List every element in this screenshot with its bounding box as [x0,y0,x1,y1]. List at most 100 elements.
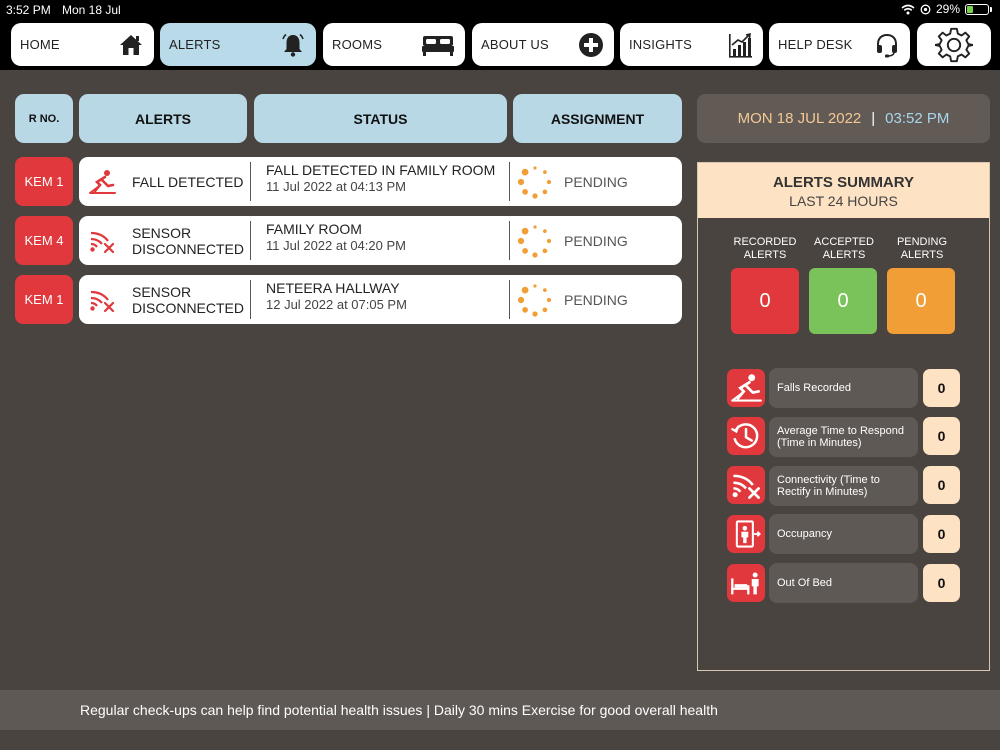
nav-home-label: HOME [20,37,60,52]
spinner-dot [543,170,547,174]
occupancy-icon [735,520,762,548]
nav-help-desk[interactable]: HELP DESK [769,23,910,66]
nav-about-us-label: ABOUT US [481,37,549,52]
room-number-badge[interactable]: KEM 1 [15,157,73,206]
nav-alerts[interactable]: ALERTS [160,23,316,66]
nav-bar: HOME ALERTS ROOMS ABOUT US INSIGHTS HELP… [11,23,991,66]
spinner-dot [532,252,538,258]
status-time: 3:52 PM [6,3,51,17]
health-tip-ticker: Regular check-ups can help find potentia… [0,690,1000,730]
status-timestamp: 12 Jul 2022 at 07:05 PM [266,297,407,312]
spinner-dot [533,166,537,170]
spinner-dot [532,193,538,199]
header-alerts: ALERTS [79,94,247,143]
spinner-dot [517,296,525,304]
column-divider [250,162,251,201]
spinner-dot [532,311,538,317]
spinner-dot [522,307,528,313]
chart-icon [729,32,752,58]
column-divider [509,280,510,319]
status-text: FAMILY ROOM [266,221,362,237]
assignment-status: PENDING [564,173,628,190]
connectivity-label: Connectivity (Time to Rectify in Minutes… [769,466,918,506]
alert-type: SENSOR DISCONNECTED [132,283,245,316]
pending-alerts-count[interactable]: 0 [887,268,955,334]
summary-title: ALERTS SUMMARY [772,174,915,191]
fall-icon [89,170,116,194]
room-number-badge[interactable]: KEM 4 [15,216,73,265]
spinner-dot [546,238,552,244]
spinner-dot [543,229,547,233]
assignment-status: PENDING [564,232,628,249]
spinner-dot [521,286,529,294]
header-assignment: ASSIGNMENT [513,94,682,143]
spinner-dot [543,288,547,292]
avg-time-respond-label: Average Time to Respond (Time in Minutes… [769,417,918,457]
column-divider [250,280,251,319]
pending-alerts-label: PENDING ALERTS [896,236,948,261]
datetime-separator: | [871,110,876,127]
spinner-dot [521,227,529,235]
alert-type: FALL DETECTED [132,173,244,190]
spinner-dot [546,297,552,303]
settings-button[interactable] [917,23,991,66]
battery-percent: 29% [935,2,960,16]
spinner-dot [533,225,537,229]
spinner-dot [542,189,548,195]
column-divider [250,221,251,260]
falls-recorded-value: 0 [923,369,960,407]
location-lock-icon [920,4,931,14]
occupancy-label: Occupancy [769,514,918,554]
accepted-alerts-count[interactable]: 0 [809,268,877,334]
pending-spinner-icon [517,284,552,317]
alert-type: SENSOR DISCONNECTED [132,224,245,257]
wifi-icon [901,4,915,14]
spinner-dot [542,307,548,313]
nav-insights[interactable]: INSIGHTS [620,23,763,66]
spinner-dot [521,168,529,176]
recorded-alerts-label: RECORDED ALERTS [733,236,797,261]
fall-icon [731,374,762,402]
recorded-alerts-count[interactable]: 0 [731,268,799,334]
falls-recorded-label: Falls Recorded [769,368,918,408]
connectivity-value: 0 [923,466,960,504]
summary-header: ALERTS SUMMARY LAST 24 HOURS [698,163,989,218]
status-text: NETEERA HALLWAY [266,280,400,296]
top-bar: 3:52 PM Mon 18 Jul 29% HOME ALERTS ROOMS… [0,0,1000,70]
room-number-badge[interactable]: KEM 1 [15,275,73,324]
status-right: 29% [901,2,992,16]
alert-row[interactable]: SENSOR DISCONNECTED NETEERA HALLWAY 12 J… [79,275,682,324]
spinner-dot [517,178,525,186]
nav-about-us[interactable]: ABOUT US [472,23,614,66]
alert-row[interactable]: SENSOR DISCONNECTED FAMILY ROOM 11 Jul 2… [79,216,682,265]
nav-home[interactable]: HOME [11,23,154,66]
assignment-status: PENDING [564,291,628,308]
datetime-display: MON 18 JUL 2022 | 03:52 PM [697,94,990,143]
status-text: FALL DETECTED IN FAMILY ROOM [266,162,496,178]
pending-spinner-icon [517,166,552,199]
avg-time-respond-value: 0 [923,417,960,455]
column-divider [509,162,510,201]
out-of-bed-value: 0 [923,564,960,602]
header-rno: R NO. [15,94,73,143]
summary-subtitle: LAST 24 HOURS [789,193,898,209]
nav-rooms-label: ROOMS [332,37,383,52]
occupancy-value: 0 [923,515,960,553]
occupancy-stat-icon-tile [727,515,765,553]
headset-icon [877,33,897,57]
respond-stat-icon-tile [727,417,765,455]
home-icon [120,34,142,55]
alert-row[interactable]: FALL DETECTED FALL DETECTED IN FAMILY RO… [79,157,682,206]
spinner-dot [546,179,552,185]
status-date: Mon 18 Jul [62,3,121,17]
current-date: MON 18 JUL 2022 [737,110,862,127]
nav-help-desk-label: HELP DESK [778,37,853,52]
out-of-bed-stat-icon-tile [727,564,765,602]
wifi-off-icon [90,231,115,254]
status-bar: 3:52 PM Mon 18 Jul 29% [0,0,1000,20]
spinner-dot [517,237,525,245]
nav-rooms[interactable]: ROOMS [323,23,465,66]
bell-icon [282,33,304,57]
clock-history-icon [731,423,759,449]
alerts-summary-panel: ALERTS SUMMARY LAST 24 HOURS RECORDED AL… [697,162,990,671]
